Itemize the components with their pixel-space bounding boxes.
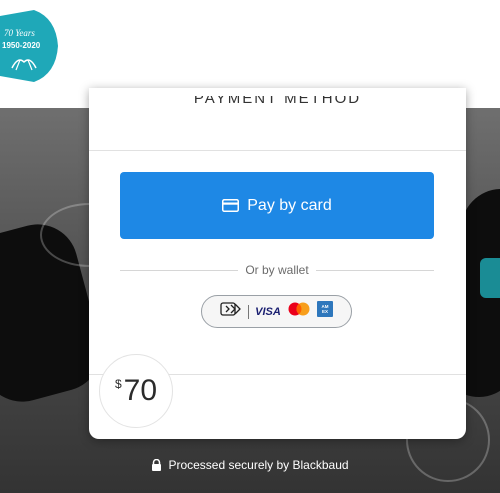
payment-modal: PAYMENT METHOD Pay by card Or by wallet … [89,88,466,439]
mask-tag [480,258,500,298]
lock-icon [151,458,162,471]
svg-text:70 Years: 70 Years [4,28,35,38]
wallet-divider: Or by wallet [120,262,435,278]
separator [248,304,250,319]
donation-amount: $ 70 [99,354,173,428]
divider-line [315,269,435,271]
svg-text:1950-2020: 1950-2020 [2,41,41,50]
contactless-icon [220,302,242,321]
amex-icon: AM EX [316,301,333,322]
visa-icon: VISA [255,305,281,318]
secure-text: Processed securely by Blackbaud [168,458,349,472]
secure-processing-note: Processed securely by Blackbaud [0,458,500,472]
amount-value: 70 [123,374,158,407]
modal-title: PAYMENT METHOD [193,90,362,107]
or-by-wallet-label: Or by wallet [245,263,309,277]
credit-card-icon [222,199,240,212]
mastercard-icon [287,302,311,321]
anniversary-logo[interactable]: 70 Years 1950-2020 [0,10,58,82]
currency-symbol: $ [114,377,122,391]
wallet-pay-button[interactable]: VISA AM EX [201,295,352,328]
divider-line [120,269,239,271]
modal-header: PAYMENT METHOD [89,88,466,151]
pay-by-card-button[interactable]: Pay by card [120,172,434,239]
pay-by-card-label: Pay by card [247,196,332,214]
svg-text:EX: EX [322,309,328,314]
